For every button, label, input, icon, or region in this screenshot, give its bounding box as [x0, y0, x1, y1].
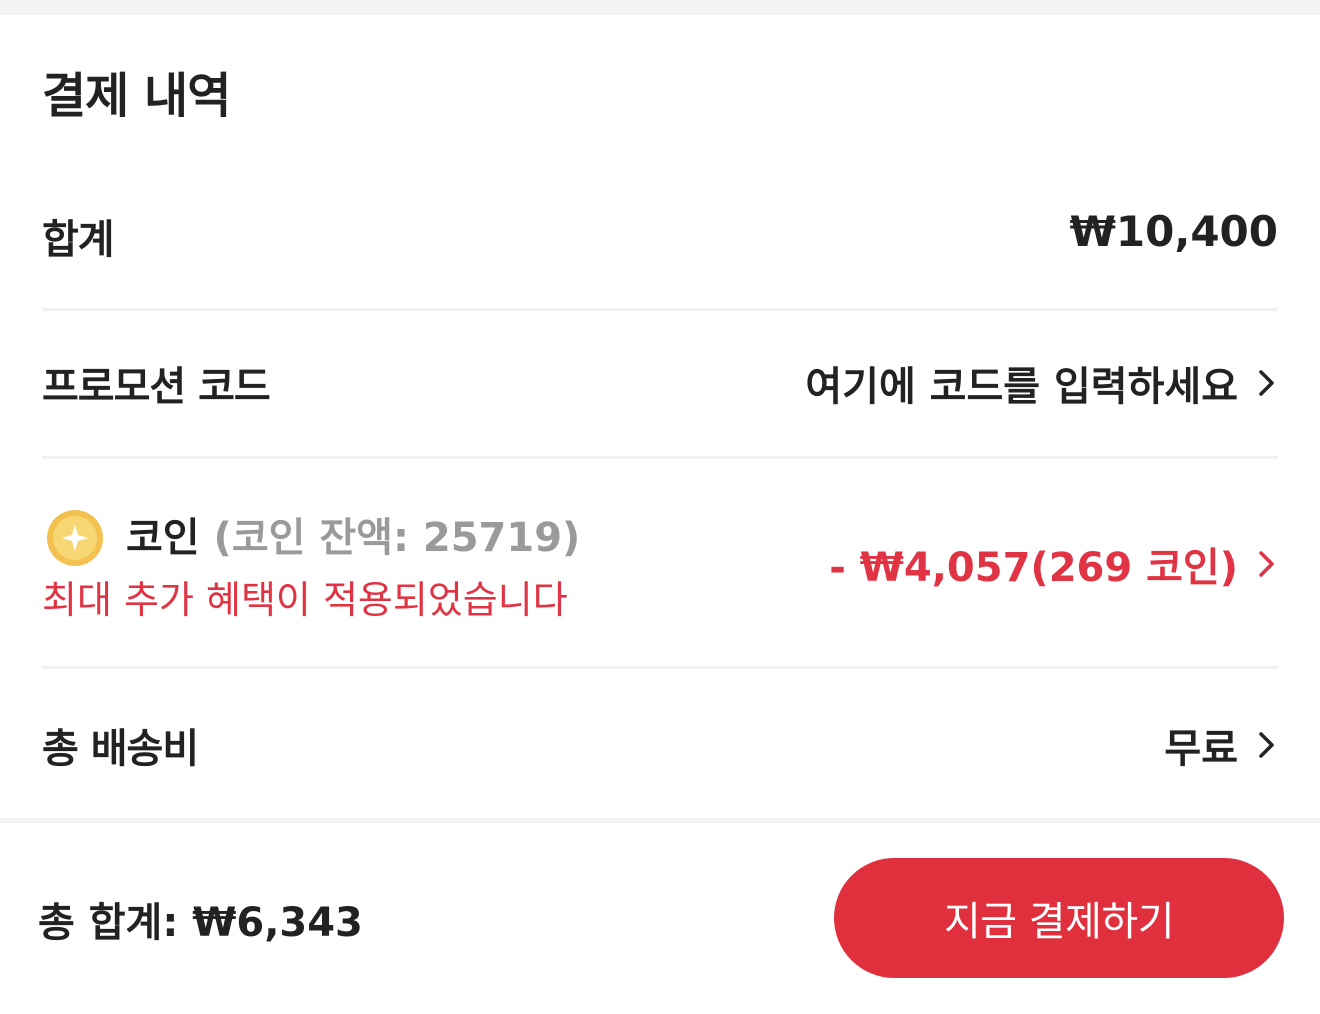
chevron-right-icon [1259, 370, 1274, 396]
coin-discount[interactable]: - ₩4,057(269 코인) [829, 535, 1278, 593]
coin-label-line: 코인 (코인 잔액: 25719) [126, 505, 580, 563]
promo-code-label: 프로모션 코드 [42, 364, 271, 410]
page-title: 결제 내역 [42, 68, 231, 124]
promo-code-input[interactable]: 여기에 코드를 입력하세요 [805, 354, 1278, 412]
shipping-value-group[interactable]: 무료 [1164, 716, 1278, 774]
coin-row[interactable]: 코인 (코인 잔액: 25719) 최대 추가 혜택이 적용되었습니다 - ₩4… [42, 505, 1278, 625]
coin-label: 코인 [126, 515, 200, 561]
coin-discount-value: - ₩4,057(269 코인) [829, 545, 1238, 591]
divider [42, 308, 1278, 311]
divider [42, 456, 1278, 459]
promo-code-row[interactable]: 프로모션 코드 여기에 코드를 입력하세요 [42, 352, 1278, 412]
subtotal-value: ₩10,400 [1069, 207, 1278, 256]
divider [42, 666, 1278, 669]
coin-balance: (코인 잔액: 25719) [213, 515, 581, 561]
subtotal-row: 합계 ₩10,400 [42, 205, 1278, 265]
shipping-label: 총 배송비 [42, 726, 199, 772]
footer-separator [0, 818, 1320, 823]
top-bar [0, 0, 1320, 15]
pay-now-button[interactable]: 지금 결제하기 [834, 858, 1284, 978]
promo-code-placeholder: 여기에 코드를 입력하세요 [805, 364, 1238, 410]
coin-icon [47, 510, 103, 566]
chevron-right-icon [1259, 551, 1274, 577]
chevron-right-icon [1259, 732, 1274, 758]
subtotal-label: 합계 [42, 217, 115, 263]
grand-total: 총 합계: ₩6,343 [38, 900, 363, 946]
shipping-row[interactable]: 총 배송비 무료 [42, 714, 1278, 774]
shipping-value: 무료 [1164, 726, 1238, 772]
coin-benefit-note: 최대 추가 혜택이 적용되었습니다 [42, 578, 568, 622]
